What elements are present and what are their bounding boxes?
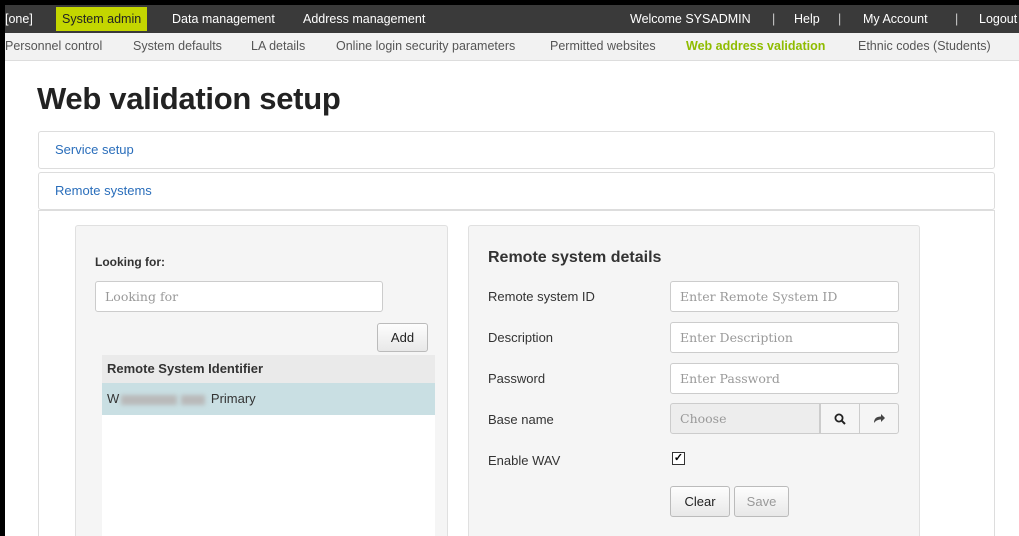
enable-wav-checkbox[interactable]: ✓ (672, 452, 685, 465)
base-name-go-button[interactable] (859, 403, 899, 434)
nav-separator: | (838, 12, 842, 26)
top-nav: [one] System admin Data management Addre… (5, 5, 1019, 33)
row-prefix: W (107, 391, 120, 406)
nav-address-management[interactable]: Address management (303, 5, 425, 33)
looking-for-input[interactable] (95, 281, 383, 312)
nav-separator: | (955, 12, 959, 26)
share-arrow-icon (873, 414, 885, 423)
nav-data-management[interactable]: Data management (172, 5, 275, 33)
subnav-permitted-websites[interactable]: Permitted websites (550, 33, 656, 60)
password-label: Password (488, 371, 546, 386)
base-name-group: Choose (670, 403, 899, 434)
panel-remote-systems[interactable]: Remote systems (38, 172, 995, 210)
password-input[interactable] (670, 363, 899, 394)
checkmark-icon: ✓ (673, 452, 684, 464)
subnav-la-details[interactable]: LA details (251, 33, 305, 60)
subnav-ethnic-codes[interactable]: Ethnic codes (Students) (858, 33, 991, 60)
base-name-label: Base name (488, 412, 554, 427)
enable-wav-label: Enable WAV (488, 453, 561, 468)
sub-nav: Personnel control System defaults LA det… (5, 33, 1019, 61)
subnav-personnel-control[interactable]: Personnel control (5, 33, 102, 60)
subnav-web-address-validation[interactable]: Web address validation (686, 33, 825, 60)
row-suffix: Primary (210, 391, 256, 406)
base-name-search-button[interactable] (820, 403, 860, 434)
search-icon (834, 413, 846, 425)
nav-system-admin[interactable]: System admin (56, 7, 148, 31)
table-row[interactable]: W Primary (102, 383, 435, 415)
nav-separator: | (772, 12, 776, 26)
welcome-text: Welcome SYSADMIN (630, 12, 751, 26)
org-label[interactable]: [one] (5, 5, 33, 33)
details-title: Remote system details (488, 249, 662, 266)
table-header-remote-system-identifier[interactable]: Remote System Identifier (102, 355, 435, 383)
clear-button[interactable]: Clear (670, 486, 730, 517)
table-empty-area (102, 415, 435, 536)
redacted-text (181, 394, 206, 405)
description-label: Description (488, 330, 554, 345)
panel-service-setup-label[interactable]: Service setup (55, 142, 134, 157)
looking-for-label: Looking for: (95, 255, 165, 269)
remote-system-id-label: Remote system ID (488, 289, 595, 304)
base-name-select[interactable]: Choose (670, 403, 820, 434)
page-title: Web validation setup (37, 81, 341, 116)
add-button[interactable]: Add (377, 323, 428, 352)
panel-service-setup[interactable]: Service setup (38, 131, 995, 169)
nav-logout[interactable]: Logout (979, 5, 1017, 33)
subnav-system-defaults[interactable]: System defaults (133, 33, 222, 60)
panel-remote-systems-label[interactable]: Remote systems (55, 183, 152, 198)
subnav-online-login-security[interactable]: Online login security parameters (336, 33, 515, 60)
redacted-text (121, 394, 178, 405)
app-frame: [one] System admin Data management Addre… (5, 5, 1019, 536)
nav-my-account[interactable]: My Account (863, 5, 928, 33)
save-button[interactable]: Save (734, 486, 789, 517)
description-input[interactable] (670, 322, 899, 353)
nav-help[interactable]: Help (794, 5, 820, 33)
remote-system-id-input[interactable] (670, 281, 899, 312)
